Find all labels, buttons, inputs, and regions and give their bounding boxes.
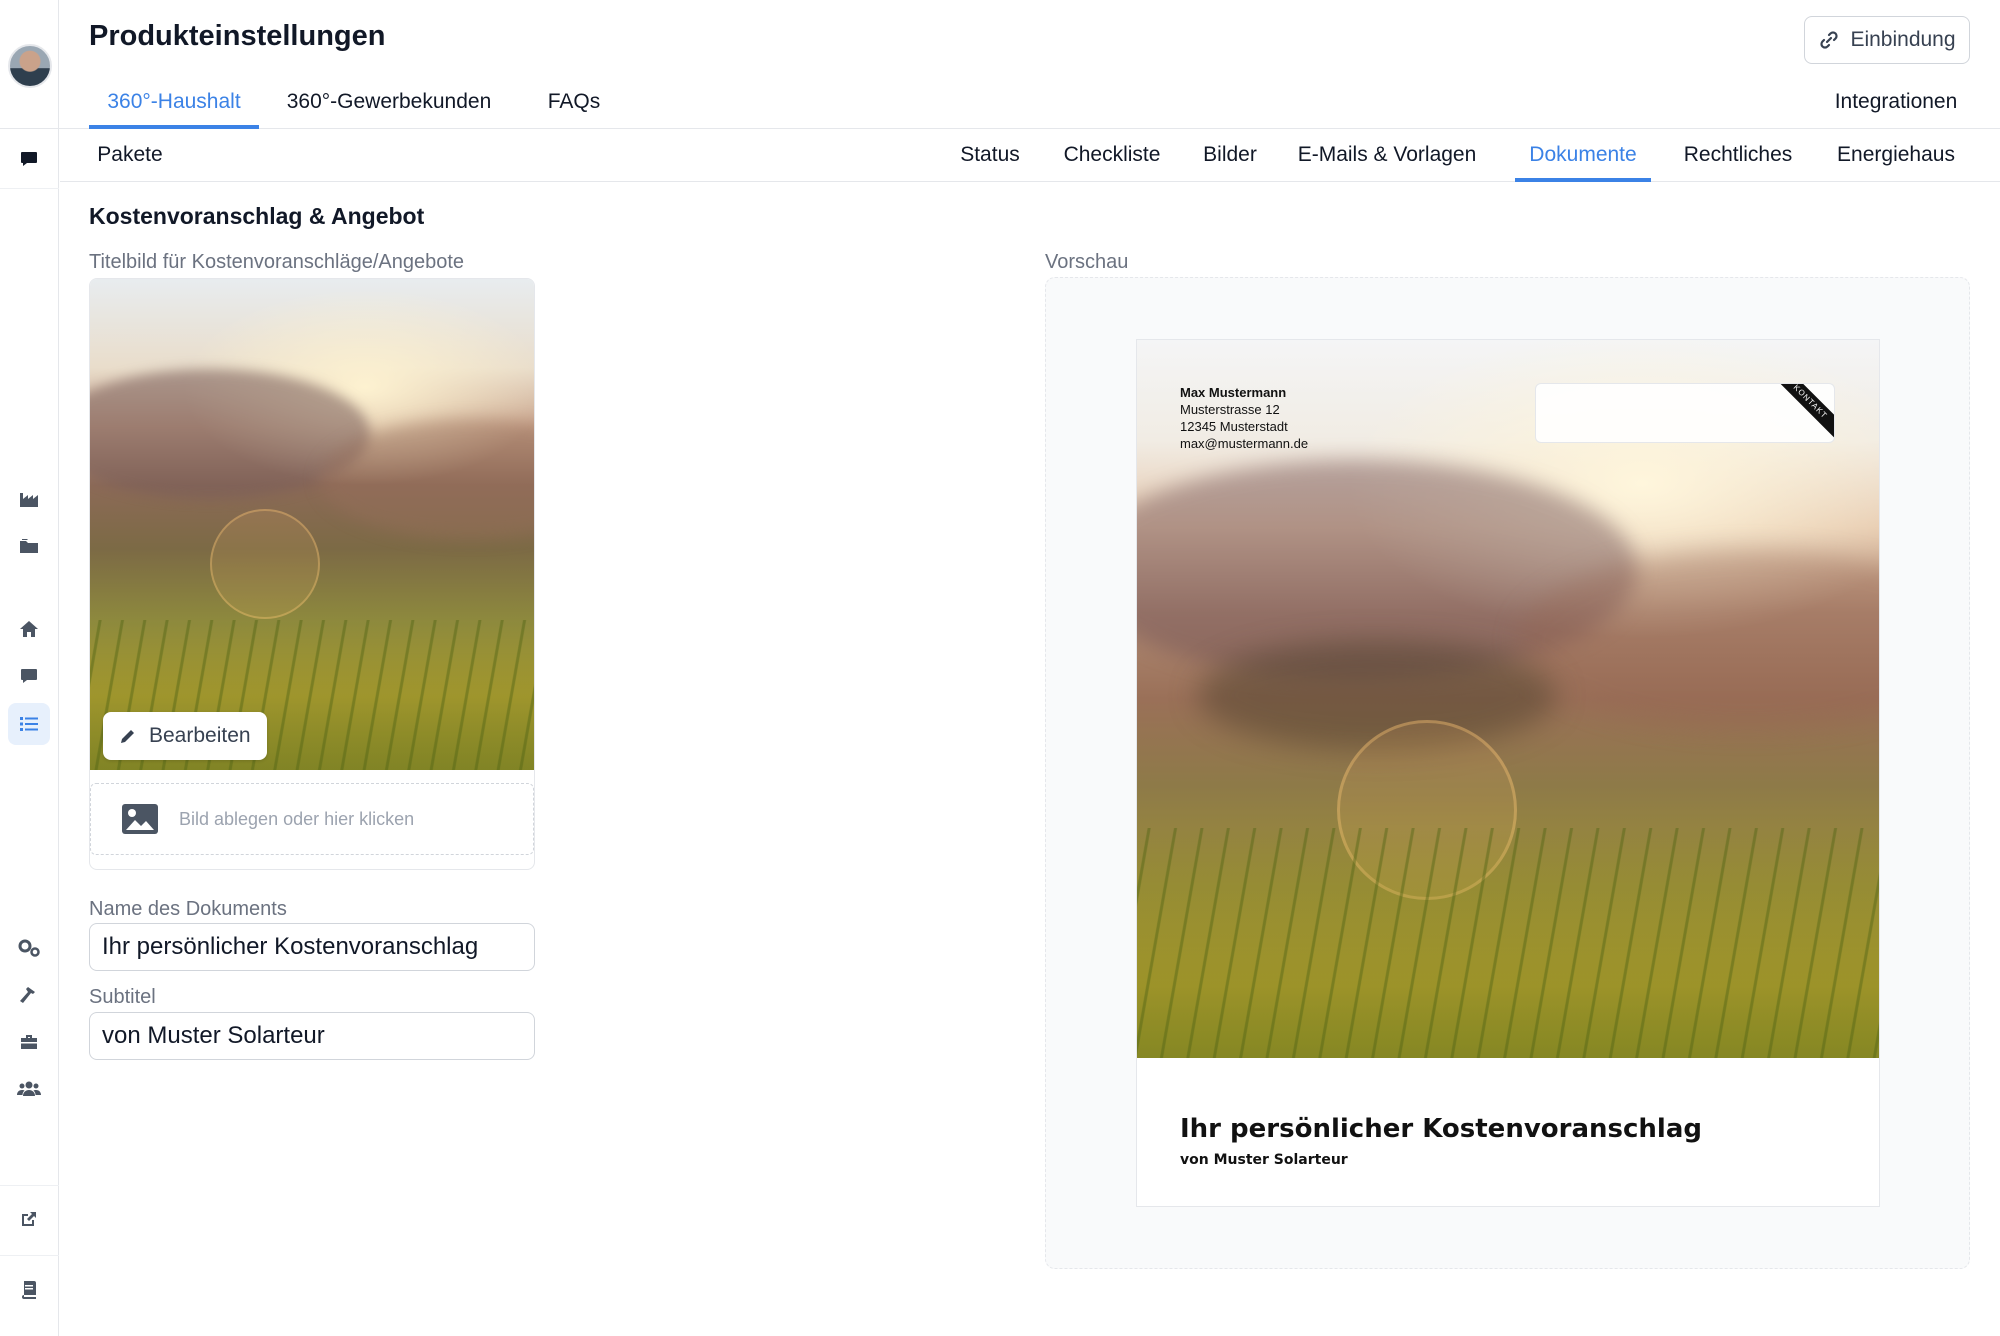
page-title: Produkteinstellungen	[89, 20, 386, 52]
preview-address-street: Musterstrasse 12	[1180, 402, 1280, 417]
edit-image-button[interactable]: Bearbeiten	[103, 712, 267, 760]
preview-address-email: max@mustermann.de	[1180, 436, 1309, 451]
home-icon	[20, 621, 38, 637]
tab-energiehaus[interactable]: Energiehaus	[1828, 129, 1964, 182]
section-title: Kostenvoranschlag & Angebot	[89, 203, 425, 229]
preview-contact-ribbon: KONTAKT	[1768, 384, 1834, 442]
dropzone-text: Bild ablegen oder hier klicken	[179, 808, 415, 829]
pencil-icon	[121, 730, 134, 743]
doc-name-input[interactable]: Ihr persönlicher Kostenvoranschlag	[89, 923, 535, 971]
book-icon	[22, 1281, 36, 1299]
tab-dokumente[interactable]: Dokumente	[1515, 129, 1651, 182]
sidebar-item-open-external[interactable]	[8, 1198, 50, 1240]
tab-status[interactable]: Status	[947, 129, 1033, 182]
toolbox-icon	[21, 1035, 37, 1049]
sidebar-item-factory[interactable]	[8, 478, 50, 520]
sidebar-item-tools[interactable]	[8, 974, 50, 1016]
tab-checkliste[interactable]: Checkliste	[1050, 129, 1174, 182]
tab-faqs[interactable]: FAQs	[540, 78, 608, 129]
cover-image: Bearbeiten	[90, 279, 534, 770]
folder-icon	[20, 539, 38, 553]
sidebar-divider	[0, 1185, 59, 1186]
embed-button-label: Einbindung	[1850, 28, 1956, 51]
cover-image-card: Bearbeiten Bild ablegen oder hier klicke…	[89, 278, 535, 870]
hammer-icon	[20, 987, 35, 1003]
sidebar-item-folder[interactable]	[8, 525, 50, 567]
preview-label: Vorschau	[1045, 251, 1129, 273]
tab-pakete[interactable]: Pakete	[94, 129, 166, 182]
gears-icon	[18, 939, 40, 957]
link-icon	[1820, 31, 1839, 49]
message-icon	[21, 669, 37, 683]
tab-rechtliches[interactable]: Rechtliches	[1674, 129, 1802, 182]
subtitle-label: Subtitel	[89, 986, 156, 1008]
preview-title: Ihr persönlicher Kostenvoranschlag	[1180, 1114, 1702, 1144]
sidebar-item-home[interactable]	[8, 608, 50, 650]
sidebar-item-team[interactable]	[8, 1068, 50, 1110]
sidebar	[0, 0, 59, 1336]
sidebar-divider	[0, 1255, 59, 1256]
tab-360-haushalt[interactable]: 360°-Haushalt	[89, 78, 259, 129]
preview-contact-window: KONTAKT	[1535, 383, 1835, 443]
users-icon	[17, 1081, 41, 1096]
factory-icon	[20, 493, 38, 507]
embed-button[interactable]: Einbindung	[1804, 16, 1970, 64]
preview-address: Max Mustermann Musterstrasse 12 12345 Mu…	[1180, 384, 1308, 452]
edit-image-label: Bearbeiten	[149, 724, 251, 747]
subtitle-input[interactable]: von Muster Solarteur	[89, 1012, 535, 1060]
sidebar-divider	[0, 188, 59, 189]
list-icon	[20, 717, 38, 731]
tab-emails-vorlagen[interactable]: E-Mails & Vorlagen	[1287, 129, 1487, 182]
sidebar-item-messages[interactable]	[8, 655, 50, 697]
image-dropzone[interactable]: Bild ablegen oder hier klicken	[90, 783, 534, 855]
sidebar-item-settings[interactable]	[8, 927, 50, 969]
chat-icon	[21, 152, 37, 166]
preview-subtitle: von Muster Solarteur	[1180, 1152, 1348, 1168]
preview-address-name: Max Mustermann	[1180, 385, 1287, 400]
tab-bilder[interactable]: Bilder	[1192, 129, 1268, 182]
primary-tabs: 360°-Haushalt 360°-Gewerbekunden FAQs In…	[0, 78, 2000, 129]
sidebar-item-toolbox[interactable]	[8, 1021, 50, 1063]
doc-name-label: Name des Dokuments	[89, 898, 287, 920]
sidebar-item-chat[interactable]	[8, 138, 50, 180]
image-icon	[122, 804, 158, 834]
external-link-icon	[22, 1212, 36, 1226]
secondary-tabs: Pakete Status Checkliste Bilder E-Mails …	[60, 129, 2000, 182]
tab-integrationen[interactable]: Integrationen	[1816, 78, 1976, 129]
cover-image-label: Titelbild für Kostenvoranschläge/Angebot…	[89, 251, 465, 273]
tab-360-gewerbekunden[interactable]: 360°-Gewerbekunden	[282, 78, 496, 129]
preview-address-city: 12345 Musterstadt	[1180, 419, 1288, 434]
sidebar-item-docs[interactable]	[8, 1268, 50, 1310]
document-preview: Max Mustermann Musterstrasse 12 12345 Mu…	[1136, 339, 1880, 1207]
sidebar-item-products[interactable]	[8, 703, 50, 745]
